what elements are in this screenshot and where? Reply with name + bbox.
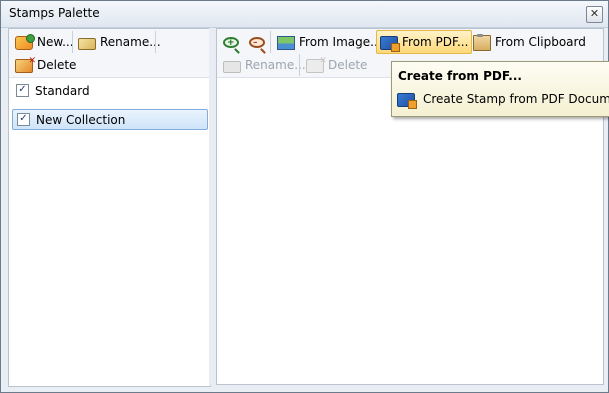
stamps-palette-window: Stamps Palette ✕ New... Rename... Delete [0, 0, 609, 393]
collection-checkbox[interactable]: ✓ [17, 113, 30, 126]
collections-toolbar: New... Rename... Delete [9, 29, 210, 78]
image-icon [277, 36, 295, 50]
delete-stamp-label: Delete [328, 58, 368, 72]
toolbar-separator [299, 54, 300, 76]
collection-item-standard[interactable]: ✓ Standard [12, 80, 208, 101]
from-pdf-label: From PDF... [402, 35, 469, 49]
from-clipboard-button[interactable]: From Clipboard [469, 31, 589, 53]
toolbar-separator [270, 31, 271, 53]
pane-splitter[interactable] [209, 28, 216, 385]
zoom-out-icon: – [249, 36, 265, 48]
tooltip-title: Create from PDF... [398, 69, 522, 83]
rename-stamp-label: Rename... [245, 58, 306, 72]
new-collection-label: New... [37, 35, 74, 49]
from-image-button[interactable]: From Image... [274, 31, 385, 53]
rename-collection-button[interactable]: Rename... [75, 31, 164, 53]
collection-checkbox[interactable]: ✓ [16, 84, 29, 97]
zoom-out-button[interactable]: – [246, 31, 268, 53]
collections-pane: New... Rename... Delete ✓ Standard [8, 28, 211, 387]
new-stamp-icon [15, 34, 35, 50]
new-collection-button[interactable]: New... [12, 31, 77, 53]
zoom-in-button[interactable]: + [220, 31, 242, 53]
pdf-stamp-icon [380, 36, 400, 52]
delete-collection-button[interactable]: Delete [12, 54, 79, 76]
from-clipboard-label: From Clipboard [495, 35, 586, 49]
rename-icon [78, 38, 96, 50]
tooltip-description: Create Stamp from PDF Document. [423, 92, 609, 106]
toolbar-separator [72, 31, 73, 53]
delete-icon [15, 56, 36, 73]
collection-label: Standard [35, 83, 90, 98]
from-pdf-button[interactable]: From PDF... [376, 30, 473, 54]
rename-collection-label: Rename... [100, 35, 161, 49]
toolbar-separator [155, 31, 156, 53]
pdf-stamp-icon [397, 93, 417, 109]
from-pdf-tooltip: Create from PDF... Create Stamp from PDF… [391, 61, 609, 117]
delete-collection-label: Delete [37, 58, 77, 72]
collection-label: New Collection [36, 112, 126, 127]
rename-icon [223, 61, 241, 73]
clipboard-icon [473, 33, 491, 51]
rename-stamp-button[interactable]: Rename... [220, 54, 309, 76]
title-bar[interactable]: Stamps Palette ✕ [1, 1, 608, 28]
window-title: Stamps Palette [9, 6, 100, 20]
close-button[interactable]: ✕ [586, 6, 603, 23]
collection-item-new-collection[interactable]: ✓ New Collection [12, 109, 208, 130]
zoom-in-icon: + [223, 36, 239, 48]
tooltip-description-row: Create Stamp from PDF Document. [397, 91, 609, 109]
delete-stamp-button[interactable]: Delete [303, 54, 370, 76]
from-image-label: From Image... [299, 35, 382, 49]
delete-icon [306, 56, 327, 73]
